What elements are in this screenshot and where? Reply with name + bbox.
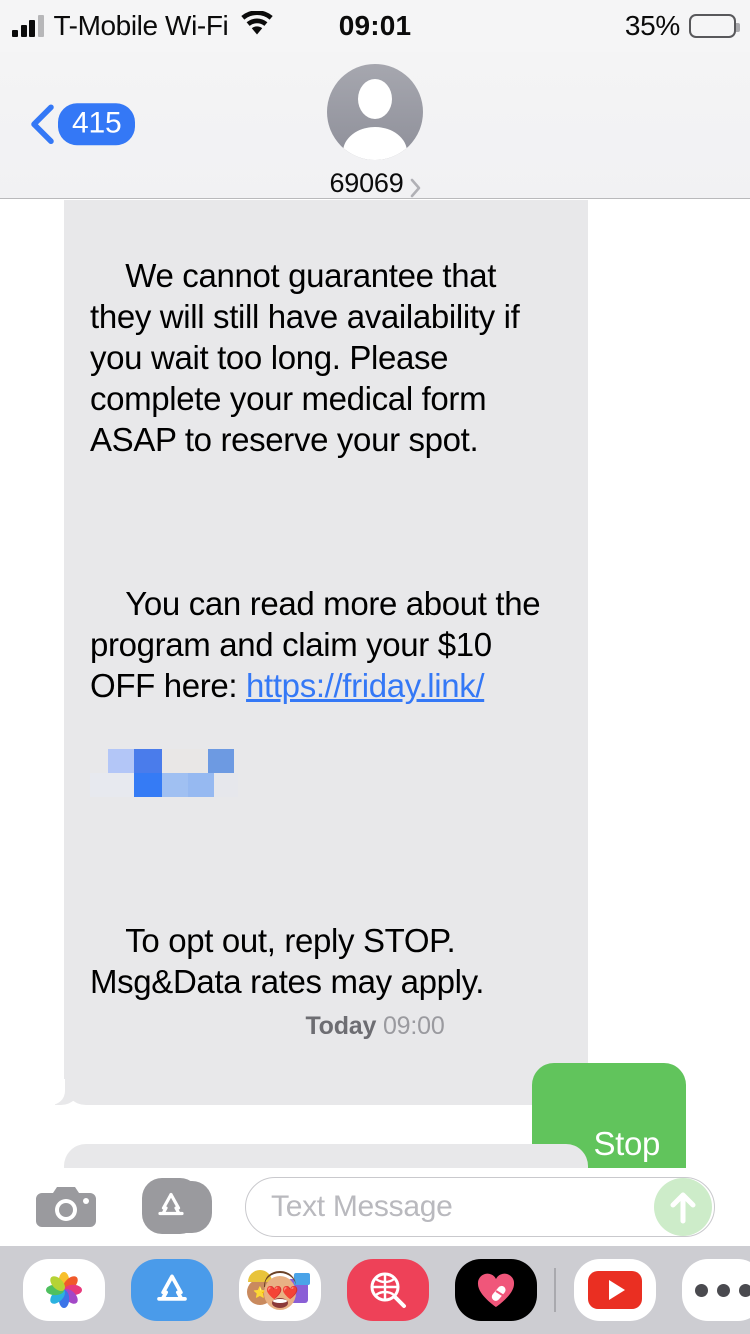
status-bar-right: 35% [624, 10, 740, 42]
message-thread[interactable]: We cannot guarantee that they will still… [0, 200, 750, 1168]
youtube-app-icon[interactable] [574, 1259, 656, 1321]
timestamp-day: Today [305, 1012, 377, 1040]
chevron-right-icon [410, 174, 421, 197]
contact-name-row[interactable]: 69069 [329, 168, 420, 199]
message-bubble-incoming[interactable]: You have been unsubscribed from FPMSG an… [64, 1144, 588, 1168]
memoji-stickers-app-icon[interactable]: ⭐ ❤️ ❤️ [239, 1259, 321, 1321]
imessage-app-drawer[interactable]: ⭐ ❤️ ❤️ [0, 1246, 750, 1334]
redacted-pixelation-block [90, 749, 238, 797]
conversation-header: 415 69069 [0, 52, 750, 199]
timestamp-time: 09:00 [382, 1012, 445, 1040]
message-timestamp: Today 09:00 [0, 1012, 750, 1041]
battery-icon [689, 14, 740, 38]
app-store-icon[interactable] [142, 1178, 212, 1236]
send-arrow-up-icon [670, 1192, 696, 1224]
bubble-tail-icon [48, 1079, 81, 1105]
message-text-part1: We cannot guarantee that they will still… [90, 257, 529, 458]
message-text: Stop [593, 1125, 661, 1162]
camera-icon[interactable] [36, 1184, 96, 1230]
drawer-divider [554, 1268, 556, 1312]
images-search-app-icon[interactable] [347, 1259, 429, 1321]
more-apps-icon[interactable] [682, 1259, 750, 1321]
app-store-app-icon[interactable] [131, 1259, 213, 1321]
contact-name-label: 69069 [329, 168, 404, 198]
svg-text:❤️: ❤️ [266, 1285, 283, 1300]
send-button[interactable] [654, 1178, 712, 1236]
heart-app-icon[interactable] [455, 1259, 537, 1321]
contact-info[interactable]: 69069 [0, 64, 750, 199]
battery-percent-label: 35% [624, 10, 680, 41]
message-bubble-incoming[interactable]: We cannot guarantee that they will still… [48, 200, 588, 1105]
photos-app-icon[interactable] [23, 1259, 105, 1321]
person-avatar-icon [327, 64, 423, 160]
svg-text:❤️: ❤️ [282, 1285, 299, 1300]
message-input-placeholder: Text Message [271, 1190, 453, 1223]
search-input[interactable]: Text Message [245, 1177, 715, 1237]
message-input-bar: Text Message [0, 1168, 750, 1246]
message-link[interactable]: https://friday.link/ [246, 667, 485, 704]
message-text-part3: To opt out, reply STOP. Msg&Data rates m… [90, 922, 485, 1000]
status-bar: T-Mobile Wi-Fi 09:01 35% [0, 0, 750, 52]
